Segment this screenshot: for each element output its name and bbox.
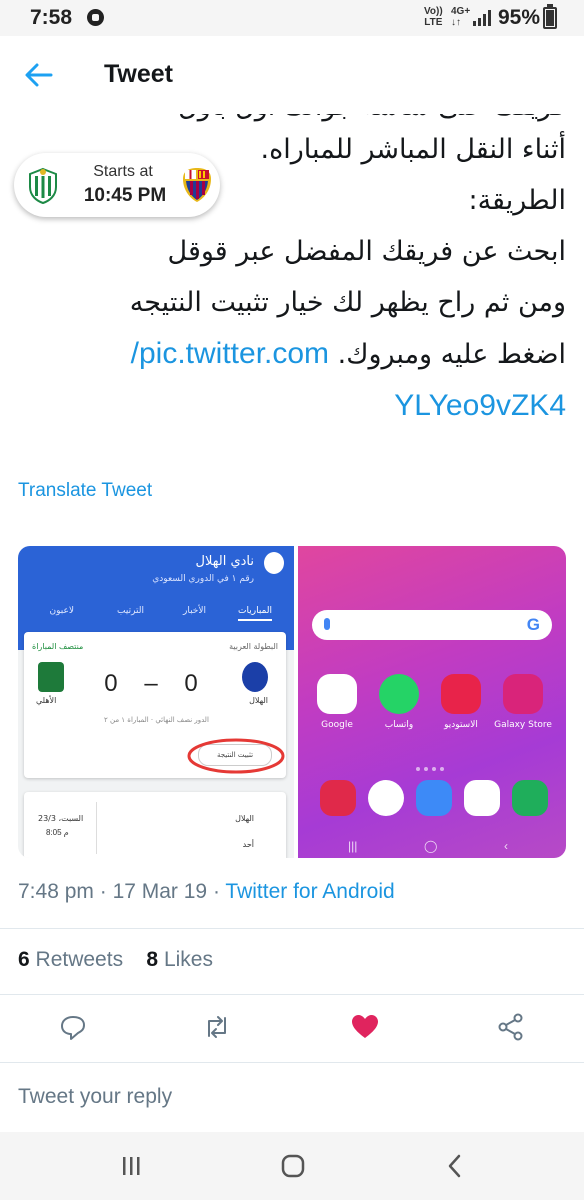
upcoming-team-1: الهلال: [235, 814, 254, 823]
back-icon: ‹: [504, 839, 508, 853]
al-hilal-crest-icon: [242, 662, 268, 692]
starts-at-label: Starts at: [93, 163, 153, 180]
app-google: Google: [308, 674, 366, 730]
upcoming-date: السبت، 23/3: [38, 814, 84, 823]
away-team-name: الهلال: [249, 696, 268, 705]
chrome-icon: [368, 780, 404, 816]
galaxy-store-icon: [503, 674, 543, 714]
share-icon[interactable]: [496, 1012, 526, 1042]
app-galaxy-store: Galaxy Store: [494, 674, 552, 730]
tab-players: لاعبون: [49, 606, 74, 616]
tweet-actions: [0, 1006, 584, 1050]
page-title: Tweet: [104, 60, 173, 88]
football-notification-icon: [87, 9, 104, 26]
mic-icon: [324, 618, 330, 630]
club-tabs: المباريات الأخبار الترتيب لاعبون: [18, 602, 294, 626]
recents-icon[interactable]: [116, 1152, 146, 1180]
network-type-indicator: 4G+ ↓↑: [451, 6, 471, 28]
fc-barcelona-crest-icon: [183, 168, 211, 202]
club-name: نادي الهلال: [195, 554, 254, 569]
upcoming-match-card: الهلال أحد السبت، 23/3 8:05 م: [24, 792, 286, 858]
heart-icon[interactable]: [350, 1012, 380, 1042]
live-match-card: البطولة العربية منتصف المباراة 0 – 0 الأ…: [24, 632, 286, 778]
upcoming-team-2: أحد: [242, 840, 254, 849]
tweet-line-text: اضغط عليه ومبروك.: [337, 339, 566, 370]
tab-standings: الترتيب: [117, 606, 144, 616]
tab-news: الأخبار: [182, 606, 206, 616]
tweet-time: 7:48 pm: [18, 880, 94, 903]
tweet-link-continued[interactable]: YLYeo9vZK4: [394, 389, 566, 422]
match-score: 0 – 0: [104, 670, 208, 697]
page-indicator: [416, 758, 456, 771]
google-search-bar: G: [312, 610, 552, 640]
system-navigation-bar: [0, 1132, 584, 1200]
play-store-icon: [464, 780, 500, 816]
google-logo-icon: G: [526, 615, 540, 634]
divider: [0, 1062, 584, 1063]
reply-icon[interactable]: [58, 1012, 88, 1042]
tweet-line: YLYeo9vZK4: [46, 380, 566, 432]
back-icon[interactable]: [440, 1152, 470, 1180]
league-name: البطولة العربية: [229, 642, 278, 651]
app-whatsapp: واتساب: [370, 674, 428, 730]
translate-tweet-link[interactable]: Translate Tweet: [18, 480, 152, 502]
reply-input[interactable]: Tweet your reply: [18, 1085, 172, 1109]
match-state: منتصف المباراة: [32, 642, 84, 651]
tweet-line: ومن ثم راح يظهر لك خيار تثبيت النتيجه: [129, 287, 566, 318]
home-team-name: الأهلي: [36, 696, 57, 705]
tweet-text: فريقك على شاشة جوالك أول بأول أثناء النق…: [46, 100, 566, 432]
tweet-link[interactable]: pic.twitter.com/: [131, 337, 329, 370]
app-gallery: الاستوديو: [432, 674, 490, 730]
tweet-media[interactable]: نادي الهلال رقم ١ في الدوري السعودي المب…: [18, 546, 566, 858]
tweet-line: ابحث عن فريقك المفضل عبر قوقل: [167, 236, 567, 267]
phone-icon: [512, 780, 548, 816]
gallery-icon: [441, 674, 481, 714]
retweet-icon[interactable]: [202, 1012, 232, 1042]
al-ahli-crest-icon: [38, 662, 64, 692]
upcoming-time: 8:05 م: [46, 828, 69, 837]
retweets-stat[interactable]: 6 Retweets: [18, 948, 123, 971]
divider: [96, 802, 97, 854]
tweet-date: 17 Mar 19: [112, 880, 208, 903]
google-folder-icon: [317, 674, 357, 714]
tweet-stats: 6 Retweets 8 Likes: [18, 948, 213, 972]
media-image-google-scores[interactable]: نادي الهلال رقم ١ في الدوري السعودي المب…: [18, 546, 294, 858]
real-betis-crest-icon: [29, 167, 57, 205]
al-hilal-logo-icon: [264, 552, 284, 574]
battery-icon: [543, 4, 557, 29]
app-header: Tweet: [0, 36, 584, 114]
divider: [0, 928, 584, 929]
media-image-home-screen[interactable]: G Google واتساب الاستوديو Galaxy Store |…: [298, 546, 566, 858]
status-bar: 7:58 Vo)) LTE 4G+ ↓↑ 95%: [0, 0, 584, 36]
home-icon: ◯: [424, 839, 438, 853]
signal-strength-icon: [473, 10, 493, 26]
match-round: الدور نصف النهائي · المباراة ١ من ٢: [104, 716, 209, 724]
match-start-chip[interactable]: Starts at 10:45 PM: [14, 153, 220, 217]
status-time: 7:58: [30, 6, 73, 29]
likes-stat[interactable]: 8 Likes: [146, 948, 213, 971]
kickoff-time: 10:45 PM: [83, 185, 167, 206]
volte-indicator: Vo)) LTE: [424, 6, 443, 28]
camera-icon: [320, 780, 356, 816]
divider: [0, 994, 584, 995]
tweet-timestamp: 7:48 pm · 17 Mar 19 · Twitter for Androi…: [18, 880, 395, 903]
whatsapp-icon: [379, 674, 419, 714]
red-circle-annotation: [187, 738, 285, 774]
messages-icon: [416, 780, 452, 816]
tab-matches: المباريات: [238, 606, 272, 621]
recents-icon: |||: [348, 839, 358, 853]
tweet-source-link[interactable]: Twitter for Android: [225, 880, 394, 903]
club-rank: رقم ١ في الدوري السعودي: [152, 574, 254, 584]
home-icon[interactable]: [278, 1152, 308, 1180]
battery-percentage: 95%: [498, 6, 541, 29]
home-screen-nav: ||| ◯ ‹: [298, 836, 566, 858]
back-arrow-icon[interactable]: [22, 58, 56, 92]
tweet-line: اضغط عليه ومبروك. pic.twitter.com/: [46, 328, 566, 380]
